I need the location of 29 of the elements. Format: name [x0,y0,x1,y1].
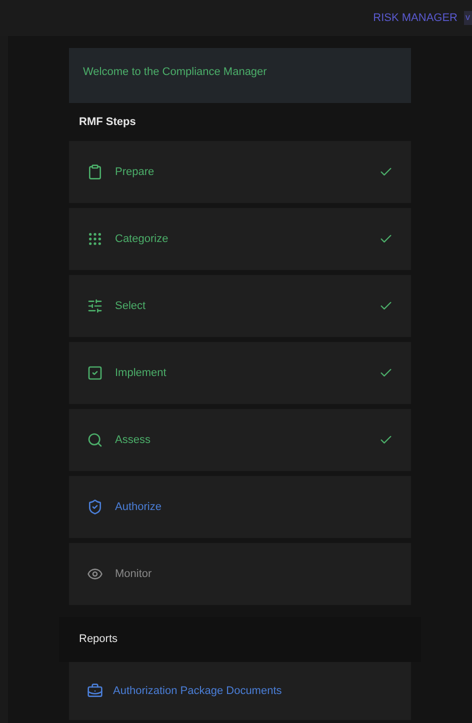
version-label: v [464,11,472,25]
section-heading: RMF Steps [79,114,136,130]
step-label: Categorize [115,232,170,247]
clipboard-icon [87,164,103,180]
step-card[interactable]: Monitor [69,543,411,605]
dot-grid-icon [87,231,103,247]
step-card[interactable]: Prepare [69,141,411,203]
checkbox-icon [87,365,103,381]
step-label: Implement [115,366,168,381]
step-card[interactable]: Categorize [69,208,411,270]
step-card[interactable]: Assess [69,409,411,471]
shield-check-icon [87,499,103,515]
step-card[interactable]: Select [69,275,411,337]
step-label: Monitor [115,566,153,582]
step-label: Select [115,298,147,314]
step-label: Authorize [115,500,162,515]
step-card[interactable]: Authorize [69,476,411,538]
step-label: Prepare [115,164,156,180]
briefcase-icon [87,683,103,699]
step-label: Assess [115,432,152,448]
search-icon [87,432,103,448]
step-card[interactable]: Implement [69,342,411,404]
sliders-icon [87,298,103,314]
app-title: RISK MANAGER [373,10,458,26]
section-heading: Reports [79,632,118,648]
welcome-text: Welcome to the Compliance Manager [83,66,267,78]
report-link[interactable]: Authorization Package Documents [69,662,411,720]
report-label: Authorization Package Documents [113,684,282,699]
eye-icon [87,566,103,582]
